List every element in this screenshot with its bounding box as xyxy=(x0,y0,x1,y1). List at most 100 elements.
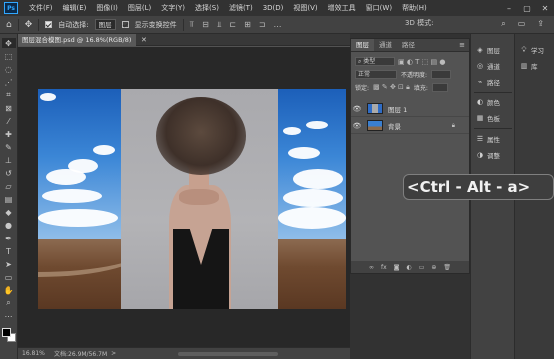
search-icon[interactable]: ⌕ xyxy=(501,19,505,29)
align-hcenter-icon[interactable]: ⊞ xyxy=(244,20,251,30)
lasso-tool[interactable]: ◌ xyxy=(2,64,16,74)
group-icon[interactable]: ▭ xyxy=(419,264,425,271)
type-tool[interactable]: T xyxy=(2,246,16,256)
visibility-eye-icon[interactable]: 👁︎ xyxy=(351,122,363,130)
blend-mode-select[interactable]: 正常 xyxy=(355,70,397,79)
dock-properties[interactable]: ☰ 属性 xyxy=(471,133,500,145)
maximize-icon[interactable]: ▢ xyxy=(518,0,536,16)
pen-tool[interactable]: ✒ xyxy=(2,233,16,243)
layer-name[interactable]: 图层 1 xyxy=(388,104,407,114)
lock-icons[interactable]: ▩ ✎ ✥ ⊡ 🔒︎ xyxy=(373,83,410,92)
eyedropper-tool[interactable]: ⁄ xyxy=(2,116,16,126)
menu-edit[interactable]: 编辑(E) xyxy=(58,3,92,13)
history-brush-tool[interactable]: ↺ xyxy=(2,168,16,178)
document-canvas[interactable] xyxy=(38,89,346,309)
crop-tool[interactable]: ⌗ xyxy=(2,90,16,100)
menu-plugins[interactable]: 增效工具 xyxy=(323,3,361,13)
menu-3d[interactable]: 3D(D) xyxy=(258,4,289,12)
foreground-color-swatch[interactable] xyxy=(1,328,11,337)
align-right-icon[interactable]: ⊐ xyxy=(259,20,266,30)
menu-filter[interactable]: 滤镜(T) xyxy=(224,3,258,13)
auto-select-label: 自动选择: xyxy=(58,20,89,29)
dock-layers-label: 图层 xyxy=(487,47,500,55)
tab-paths[interactable]: 路径 xyxy=(397,39,420,51)
tab-channels[interactable]: 通道 xyxy=(374,39,397,51)
align-top-icon[interactable]: ⫪ xyxy=(190,20,195,30)
portrait-layer[interactable] xyxy=(121,89,278,309)
tab-layers[interactable]: 图层 xyxy=(351,39,374,51)
layer-name[interactable]: 背景 xyxy=(388,121,401,131)
align-bottom-icon[interactable]: ⫫ xyxy=(217,20,222,30)
marquee-tool[interactable]: ⬚ xyxy=(2,51,16,61)
zoom-level[interactable]: 16.81% xyxy=(18,350,46,357)
auto-select-dropdown[interactable]: 图层 xyxy=(94,19,116,30)
blur-tool[interactable]: ◆ xyxy=(2,207,16,217)
home-icon[interactable]: ⌂ xyxy=(6,20,12,30)
divider xyxy=(38,18,40,31)
menu-type[interactable]: 文字(Y) xyxy=(156,3,190,13)
healing-tool[interactable]: ✚ xyxy=(2,129,16,139)
horizontal-scrollbar[interactable] xyxy=(178,352,278,356)
layer-style-icon[interactable]: fx xyxy=(381,264,387,271)
show-transform-checkbox[interactable] xyxy=(121,21,129,28)
adjustment-layer-icon[interactable]: ◐ xyxy=(406,264,411,271)
delete-layer-icon[interactable]: 🗑︎ xyxy=(443,264,451,271)
path-select-tool[interactable]: ➤ xyxy=(2,259,16,269)
menu-file[interactable]: 文件(F) xyxy=(24,3,58,13)
eraser-tool[interactable]: ▱ xyxy=(2,181,16,191)
dodge-tool[interactable]: ● xyxy=(2,220,16,230)
dock-libraries[interactable]: ▥ 库 xyxy=(515,60,538,72)
gradient-tool[interactable]: ▤ xyxy=(2,194,16,204)
shape-tool[interactable]: ▭ xyxy=(2,272,16,282)
dock-paths[interactable]: ⌁ 路径 xyxy=(471,76,500,88)
menu-select[interactable]: 选择(S) xyxy=(190,3,224,13)
document-tab[interactable]: 图层混合模图.psd @ 16.8%(RGB/8) xyxy=(18,34,136,46)
auto-select-checkbox[interactable] xyxy=(45,21,53,28)
frame-tool[interactable]: ⊠ xyxy=(2,103,16,113)
menu-window[interactable]: 窗口(W) xyxy=(361,3,397,13)
menu-layer[interactable]: 图层(L) xyxy=(123,3,156,13)
link-layers-icon[interactable]: ∞ xyxy=(369,264,374,271)
hand-tool[interactable]: ✋ xyxy=(2,285,16,295)
close-tab-icon[interactable]: ✕ xyxy=(141,34,147,46)
fill-input[interactable] xyxy=(431,83,448,92)
add-mask-icon[interactable]: ◙ xyxy=(394,264,400,271)
menu-help[interactable]: 帮助(H) xyxy=(397,3,432,13)
status-more-icon[interactable]: > xyxy=(111,350,116,357)
layer-row[interactable]: 👁︎ 图层 1 xyxy=(351,101,469,117)
dock-learn[interactable]: 💡︎ 学习 xyxy=(515,44,544,56)
filter-kind-select[interactable]: ⌕ 类型 xyxy=(355,57,395,66)
zoom-tool[interactable]: ⌕ xyxy=(2,298,16,308)
dock-adjustments[interactable]: ◑ 调整 xyxy=(471,149,500,161)
filter-icons[interactable]: ▣ ◐ T ⬚ ▤ ● xyxy=(398,58,445,66)
color-swatches[interactable] xyxy=(1,328,16,342)
opacity-input[interactable] xyxy=(431,70,452,79)
align-vcenter-icon[interactable]: ⊟ xyxy=(202,20,209,30)
align-left-icon[interactable]: ⊏ xyxy=(229,20,236,30)
menu-view[interactable]: 视图(V) xyxy=(288,3,322,13)
dock-channels-label: 通道 xyxy=(487,63,500,71)
move-tool[interactable]: ✥ xyxy=(1,38,16,48)
workspace-icon[interactable]: ▭ xyxy=(518,19,526,29)
move-tool-icon[interactable]: ✥ xyxy=(25,20,33,30)
more-align-icon[interactable]: … xyxy=(273,20,281,30)
brush-tool[interactable]: ✎ xyxy=(2,142,16,152)
more-tools-icon[interactable]: ⋯ xyxy=(2,311,16,321)
new-layer-icon[interactable]: ⊕ xyxy=(431,264,436,271)
minimize-icon[interactable]: – xyxy=(500,0,518,16)
canvas-area[interactable] xyxy=(18,47,350,347)
close-window-icon[interactable]: ✕ xyxy=(536,0,554,16)
dock-color[interactable]: ◐ 颜色 xyxy=(471,96,500,108)
share-icon[interactable]: ⇪ xyxy=(537,19,544,29)
menu-image[interactable]: 图像(I) xyxy=(91,3,123,13)
dock-layers[interactable]: ◈ 图层 xyxy=(471,44,500,56)
dock-channels[interactable]: ◎ 通道 xyxy=(471,60,500,72)
layer-row[interactable]: 👁︎ 背景 🔒︎ xyxy=(351,118,469,134)
visibility-eye-icon[interactable]: 👁︎ xyxy=(351,105,363,113)
align-buttons: ⫪ ⊟ ⫫ ⊏ ⊞ ⊐ … xyxy=(190,20,282,30)
panel-menu-icon[interactable]: ≡ xyxy=(459,41,465,49)
dock-swatches[interactable]: ▦ 色板 xyxy=(471,112,500,124)
stamp-tool[interactable]: ⊥ xyxy=(2,155,16,165)
quick-select-tool[interactable]: ⋰ xyxy=(2,77,16,87)
channels-icon: ◎ xyxy=(476,62,484,70)
